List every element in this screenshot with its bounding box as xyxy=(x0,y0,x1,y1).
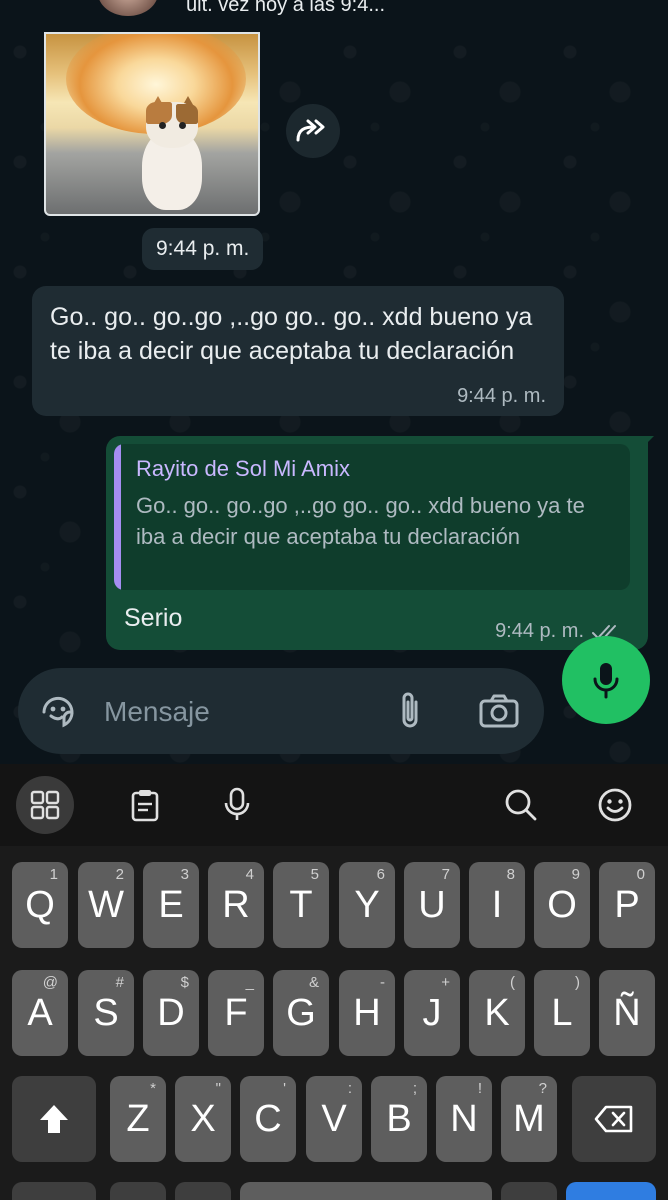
key-g[interactable]: G & xyxy=(273,970,329,1056)
key-o[interactable]: O9 xyxy=(534,862,590,948)
message-input[interactable]: Mensaje xyxy=(104,696,210,728)
forward-button[interactable] xyxy=(286,104,340,158)
attach-icon[interactable] xyxy=(392,690,428,732)
chat-area[interactable]: 9:44 p. m. Go.. go.. go..go ,..go go.. g… xyxy=(0,32,668,764)
key-x[interactable]: X " xyxy=(175,1076,231,1162)
key-h[interactable]: H- xyxy=(339,970,395,1056)
key-n[interactable]: N! xyxy=(436,1076,492,1162)
key-p[interactable]: P0 xyxy=(599,862,655,948)
shift-key[interactable] xyxy=(12,1076,96,1162)
sticker-icon[interactable] xyxy=(38,692,78,732)
voice-message-button[interactable] xyxy=(562,636,650,724)
keyboard[interactable]: Q1 W2 E3 R4 T5 Y6 U7 I8 O9 P0 A @ S # D $ F… xyxy=(0,764,668,1200)
space-key[interactable] xyxy=(240,1182,492,1200)
reply-accent-bar xyxy=(114,444,121,590)
forward-icon xyxy=(296,119,325,142)
period-key[interactable] xyxy=(501,1182,557,1200)
key-d[interactable]: D $ xyxy=(143,970,199,1056)
camera-icon[interactable] xyxy=(478,692,520,730)
reply-text: Go.. go.. go..go ,..go go.. go.. xdd bue… xyxy=(136,493,585,549)
key-c[interactable]: C ' xyxy=(240,1076,296,1162)
comma-key[interactable] xyxy=(175,1182,231,1200)
enter-key[interactable] xyxy=(566,1182,656,1200)
outgoing-message[interactable]: Rayito de Sol Mi Amix Go.. go.. go..go ,… xyxy=(106,436,648,650)
backspace-icon xyxy=(594,1105,633,1133)
backspace-key[interactable] xyxy=(572,1076,656,1162)
image-timestamp: 9:44 p. m. xyxy=(142,228,264,270)
avatar[interactable] xyxy=(98,0,158,16)
key-s[interactable]: S # xyxy=(78,970,134,1056)
key-i[interactable]: I8 xyxy=(469,862,525,948)
voice-input-icon[interactable] xyxy=(208,776,266,834)
keyboard-toolbar xyxy=(0,764,668,846)
incoming-message-text: Go.. go.. go..go ,..go go.. go.. xdd bue… xyxy=(50,303,533,365)
key-k[interactable]: K( xyxy=(469,970,525,1056)
apps-icon[interactable] xyxy=(16,776,74,834)
key-z[interactable]: Z * xyxy=(110,1076,166,1162)
shift-icon xyxy=(40,1105,68,1133)
key-u[interactable]: U7 xyxy=(404,862,460,948)
key-a[interactable]: A @ xyxy=(12,970,68,1056)
chat-header[interactable]: últ. vez hoy a las 9:4... xyxy=(0,0,668,32)
quoted-reply[interactable]: Rayito de Sol Mi Amix Go.. go.. go..go ,… xyxy=(114,444,630,590)
image-message[interactable] xyxy=(44,32,260,216)
message-composer[interactable]: Mensaje xyxy=(18,668,544,754)
key-j[interactable]: J + xyxy=(404,970,460,1056)
outgoing-message-text: Serio xyxy=(124,604,183,632)
key-b[interactable]: B; xyxy=(371,1076,427,1162)
key-y[interactable]: Y6 xyxy=(339,862,395,948)
outgoing-message-time: 9:44 p. m. xyxy=(495,620,584,642)
emoji-icon[interactable] xyxy=(586,776,644,834)
incoming-message-time: 9:44 p. m. xyxy=(457,385,546,407)
key-m[interactable]: M? xyxy=(501,1076,557,1162)
key-n-tilde[interactable]: Ñ xyxy=(599,970,655,1056)
key-r[interactable]: R4 xyxy=(208,862,264,948)
incoming-message[interactable]: Go.. go.. go..go ,..go go.. go.. xdd bue… xyxy=(32,286,564,416)
key-w[interactable]: W2 xyxy=(78,862,134,948)
reply-author: Rayito de Sol Mi Amix xyxy=(136,456,350,481)
key-v[interactable]: V: xyxy=(306,1076,362,1162)
clipboard-icon[interactable] xyxy=(116,776,174,834)
key-q[interactable]: Q1 xyxy=(12,862,68,948)
microphone-icon xyxy=(593,663,619,699)
settings-key[interactable] xyxy=(110,1182,166,1200)
key-t[interactable]: T5 xyxy=(273,862,329,948)
key-l[interactable]: L) xyxy=(534,970,590,1056)
symbols-key[interactable] xyxy=(12,1182,96,1200)
key-e[interactable]: E3 xyxy=(143,862,199,948)
key-f[interactable]: F _ xyxy=(208,970,264,1056)
search-icon[interactable] xyxy=(492,776,550,834)
last-seen-status: últ. vez hoy a las 9:4... xyxy=(186,0,385,16)
